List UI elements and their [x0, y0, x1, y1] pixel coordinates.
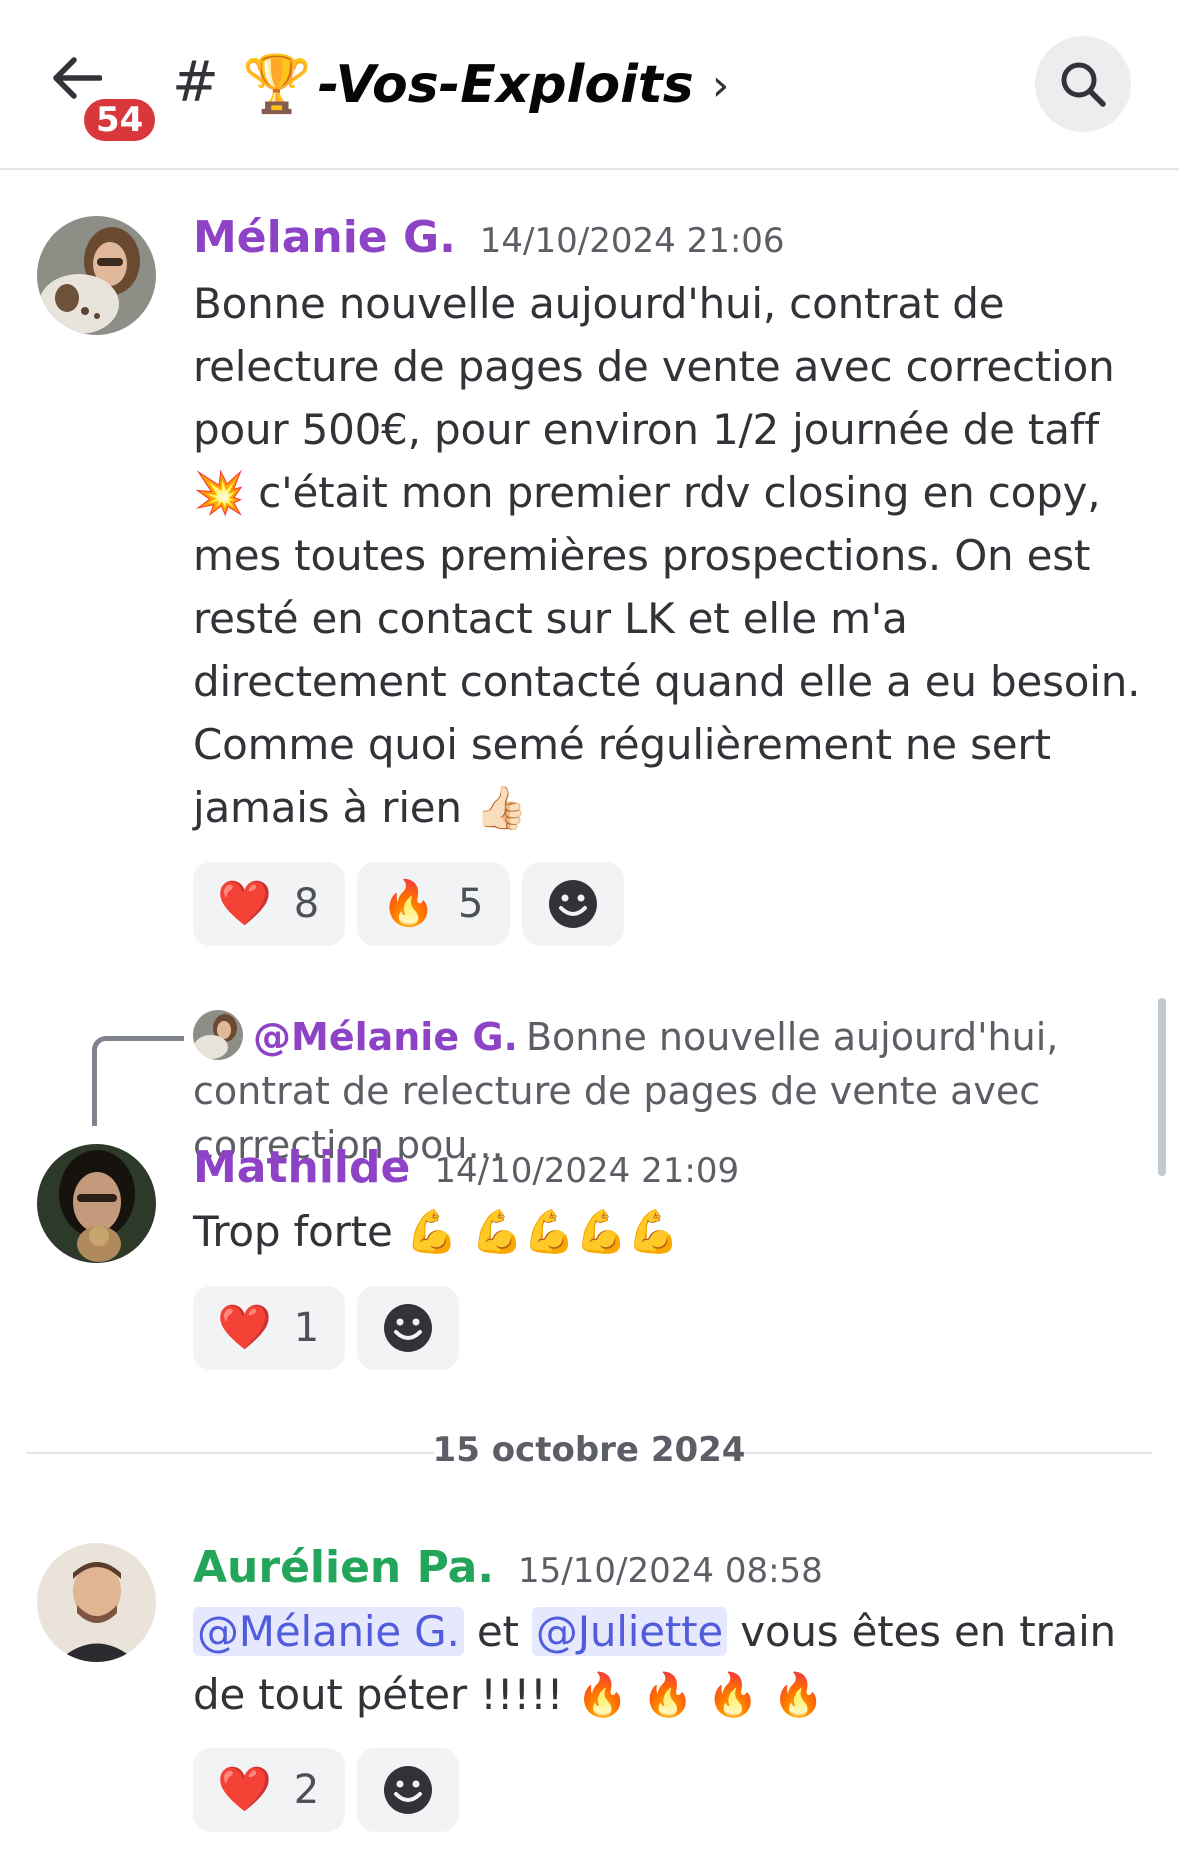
scrollbar[interactable]	[1158, 998, 1166, 1176]
message-text-part: et	[463, 1607, 532, 1656]
search-button[interactable]	[1035, 36, 1131, 132]
reaction-fire[interactable]: 🔥 5	[357, 862, 510, 946]
smiley-icon	[384, 1304, 433, 1352]
message-text: Bonne nouvelle aujourd'hui, contrat de r…	[193, 279, 1141, 832]
search-icon	[1061, 62, 1106, 107]
message-text: Trop forte 💪 💪💪💪💪	[193, 1207, 680, 1256]
heart-icon: ❤️	[217, 1764, 272, 1815]
reaction-heart[interactable]: ❤️ 2	[193, 1748, 346, 1832]
timestamp: 14/10/2024 21:09	[434, 1151, 740, 1191]
channel-hash-icon: #	[172, 50, 219, 115]
add-reaction-button[interactable]	[357, 1286, 460, 1370]
reaction-count: 1	[293, 1305, 320, 1351]
heart-icon: ❤️	[217, 1302, 272, 1353]
reaction-count: 2	[293, 1767, 320, 1813]
reaction-heart[interactable]: ❤️ 8	[193, 862, 346, 946]
author-name[interactable]: Mélanie G.	[193, 212, 456, 263]
avatar[interactable]	[37, 1144, 156, 1263]
mention-user[interactable]: @Juliette	[531, 1607, 728, 1656]
reply-avatar	[193, 1010, 243, 1060]
trophy-icon: 🏆	[242, 52, 312, 117]
channel-title[interactable]: 🏆 -Vos-Exploits ›	[242, 50, 729, 120]
reply-author: @Mélanie G.	[253, 1015, 518, 1059]
reaction-heart[interactable]: ❤️ 1	[193, 1286, 346, 1370]
reply-connector	[92, 1036, 184, 1126]
channel-header: 54 # 🏆 -Vos-Exploits ›	[0, 0, 1179, 170]
avatar[interactable]	[37, 1543, 156, 1662]
add-reaction-button[interactable]	[357, 1748, 460, 1832]
arrow-left-icon	[53, 57, 102, 99]
avatar[interactable]	[37, 216, 156, 335]
timestamp: 14/10/2024 21:06	[479, 221, 785, 261]
smiley-icon	[548, 880, 597, 928]
message-text: @Mélanie G. et @Juliette vous êtes en tr…	[193, 1600, 1143, 1726]
unread-badge: 54	[80, 95, 160, 145]
smiley-icon	[384, 1766, 433, 1814]
channel-name: -Vos-Exploits	[317, 55, 694, 115]
reaction-count: 8	[293, 881, 320, 927]
fire-icon: 🔥	[381, 878, 437, 929]
add-reaction-button[interactable]	[521, 862, 624, 946]
timestamp: 15/10/2024 08:58	[518, 1551, 823, 1591]
reaction-count: 5	[458, 881, 484, 927]
chevron-right-icon: ›	[711, 59, 730, 111]
author-name[interactable]: Mathilde	[193, 1142, 410, 1193]
date-divider: 15 octobre 2024	[26, 1430, 1152, 1474]
author-name[interactable]: Aurélien Pa.	[193, 1542, 494, 1593]
date-divider-label: 15 octobre 2024	[432, 1430, 746, 1470]
heart-icon: ❤️	[217, 878, 272, 929]
mention-user[interactable]: @Mélanie G.	[193, 1607, 464, 1656]
